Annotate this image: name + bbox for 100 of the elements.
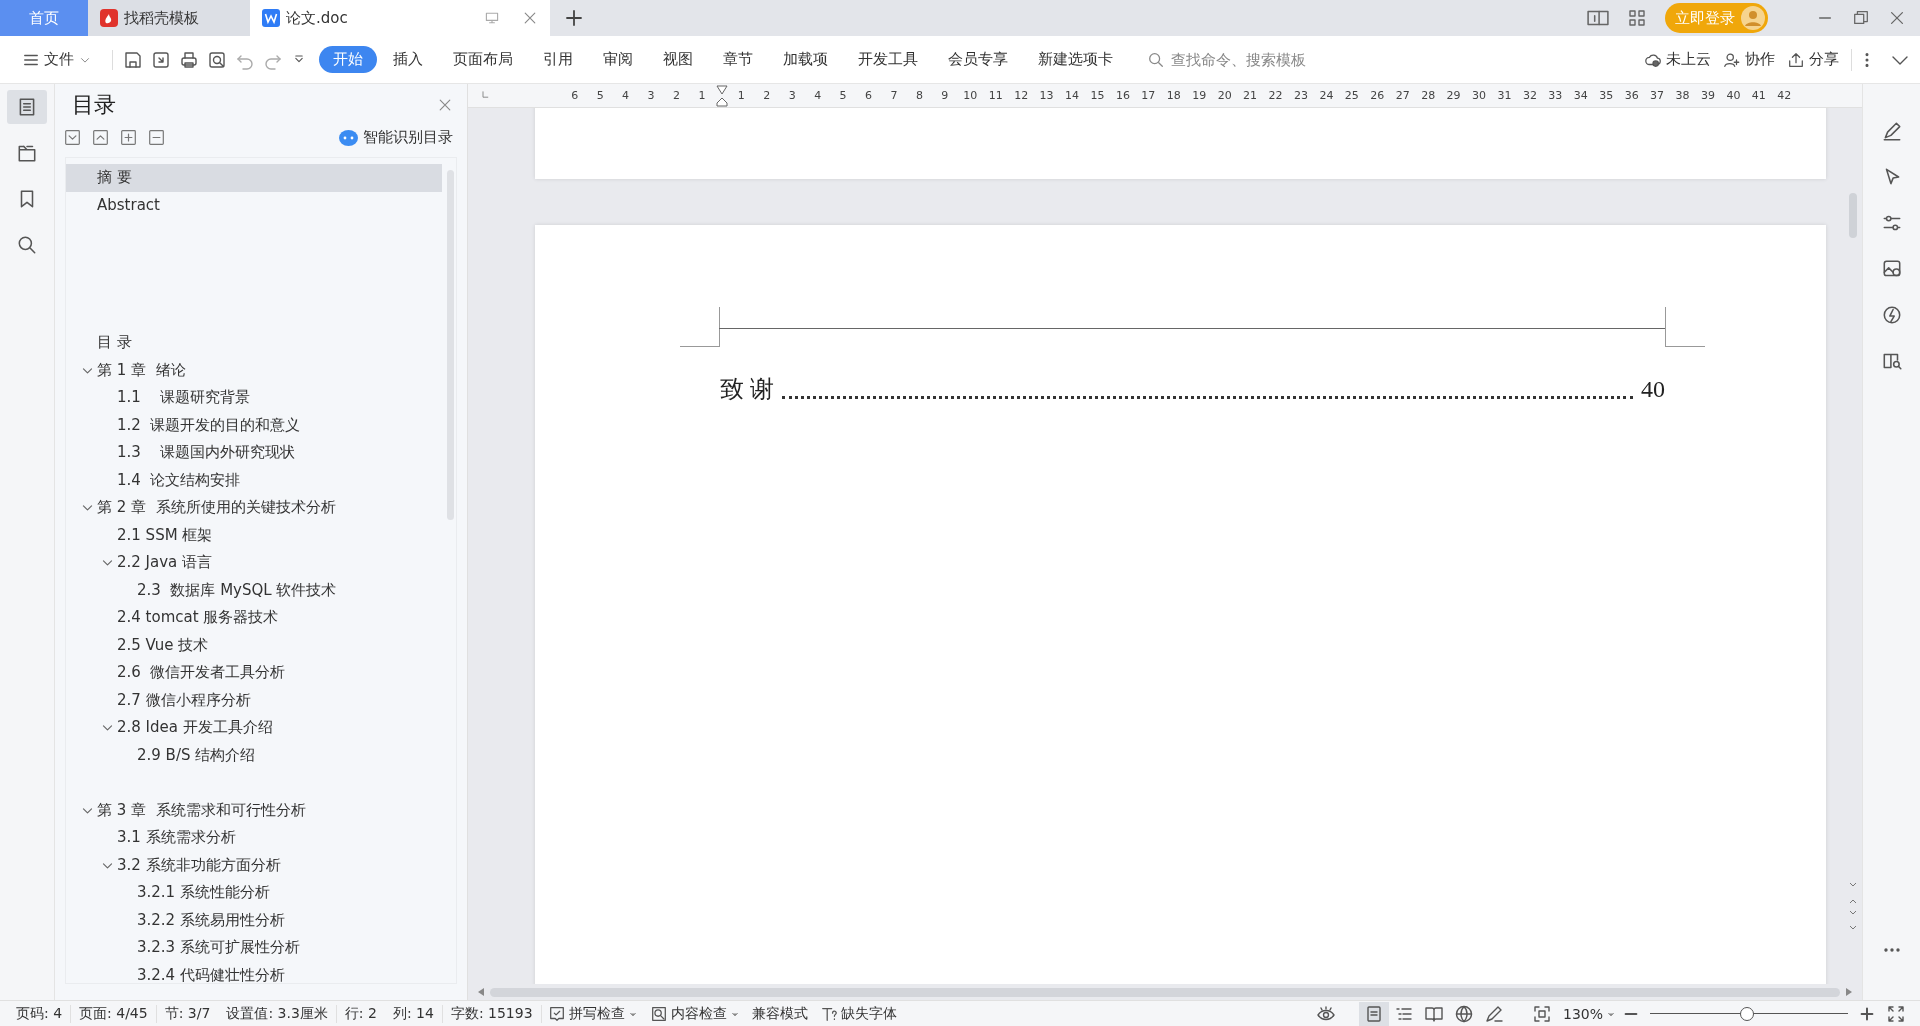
ruler-number: 38 xyxy=(1674,89,1691,102)
compat-mode-button[interactable]: 兼容模式 xyxy=(745,1002,814,1025)
close-icon[interactable] xyxy=(1888,9,1906,27)
toc-item[interactable]: 2.2 Java 语言 xyxy=(66,549,442,577)
toc-item[interactable]: 2.5 Vue 技术 xyxy=(66,631,442,659)
add-button[interactable] xyxy=(120,129,137,146)
toc-item[interactable]: 1.1 课题研究背景 xyxy=(66,384,442,412)
ribbon-tab[interactable]: 引用 xyxy=(529,46,587,73)
toc-item[interactable]: 1.2 课题开发的目的和意义 xyxy=(66,411,442,439)
print-preview-icon[interactable] xyxy=(207,49,227,70)
action-button[interactable]: 未上云 xyxy=(1638,46,1717,73)
toc-item[interactable]: 3.2.1 系统性能分析 xyxy=(66,879,442,907)
close-icon[interactable] xyxy=(437,97,453,113)
ruler-number: 13 xyxy=(1038,89,1055,102)
toc-item[interactable]: 2.1 SSM 框架 xyxy=(66,521,442,549)
toc-item[interactable]: 3.2.2 系统易用性分析 xyxy=(66,906,442,934)
avatar-icon xyxy=(1741,6,1765,30)
smart-toc-button[interactable]: 智能识别目录 xyxy=(339,128,453,147)
export-icon[interactable] xyxy=(151,49,171,70)
ruler-number: 8 xyxy=(914,89,924,102)
status-text: 字数: 15193 xyxy=(442,1004,542,1023)
scroll-right-icon[interactable] xyxy=(1846,988,1852,996)
ruler-number: 5 xyxy=(838,89,848,102)
share-icon xyxy=(1787,50,1805,69)
toc-item[interactable]: 第 3 章 系统需求和可行性分析 xyxy=(66,796,442,824)
ruler-number: 11 xyxy=(987,89,1004,102)
toc-item[interactable]: 3.2.4 代码健壮性分析 xyxy=(66,961,442,983)
toc-item[interactable]: 摘 要 xyxy=(66,164,442,192)
toc-item[interactable]: 3.1 系统需求分析 xyxy=(66,824,442,852)
remove-button[interactable] xyxy=(148,129,165,146)
corner-mark xyxy=(680,307,720,347)
ruler-number: 35 xyxy=(1598,89,1615,102)
zoom-level-dropdown[interactable]: 130% xyxy=(1556,1003,1622,1024)
toc-item[interactable]: 目 录 xyxy=(66,329,442,357)
document-tab[interactable]: 找稻壳模板 xyxy=(88,0,250,36)
ribbon-tab[interactable]: 会员专享 xyxy=(934,46,1022,73)
ribbon-tab[interactable]: 开发工具 xyxy=(844,46,932,73)
ruler-number: 9 xyxy=(940,89,950,102)
ruler[interactable]: 6 5 4 3 2 1 1 2 3 4 5 6 7 8 9 10 11 12 13 14 15 16 17 18 19 20 21 22 23 24 25 26 27 28 29 30 31 32 33 34 35 36 37 38 39 40 41 42 xyxy=(468,84,1862,108)
toc-item[interactable]: 2.4 tomcat 服务器技术 xyxy=(66,604,442,632)
ruler-number: 32 xyxy=(1521,89,1538,102)
print-icon[interactable] xyxy=(179,49,199,70)
toc-item[interactable]: 2.8 Idea 开发工具介绍 xyxy=(66,714,442,742)
ruler-number: 30 xyxy=(1471,89,1488,102)
ruler-number: 3 xyxy=(787,89,797,102)
ruler-number: 22 xyxy=(1267,89,1284,102)
apps-grid-icon[interactable] xyxy=(1627,8,1647,28)
document-tab[interactable]: 论文.doc xyxy=(250,0,550,36)
toc-item[interactable]: 1.3 课题国内外研究现状 xyxy=(66,439,442,467)
ribbon-tab[interactable]: 插入 xyxy=(379,46,437,73)
ruler-number: 14 xyxy=(1064,89,1081,102)
toc-item[interactable]: 2.7 微信小程序分析 xyxy=(66,686,442,714)
ruler-number: 20 xyxy=(1216,89,1233,102)
action-button[interactable]: 协作 xyxy=(1717,46,1781,73)
ruler-number: 34 xyxy=(1572,89,1589,102)
ribbon-tab[interactable]: 审阅 xyxy=(589,46,647,73)
ribbon-tab[interactable]: 章节 xyxy=(709,46,767,73)
close-icon[interactable] xyxy=(522,10,538,26)
file-menu[interactable]: 文件 xyxy=(16,46,98,73)
fullscreen-icon[interactable] xyxy=(1886,1003,1906,1024)
ribbon-tab[interactable]: 视图 xyxy=(649,46,707,73)
ruler-number: 5 xyxy=(595,89,605,102)
toc-item[interactable]: 2.9 B/S 结构介绍 xyxy=(66,741,442,769)
toc-item[interactable]: 第 2 章 系统所使用的关键技术分析 xyxy=(66,494,442,522)
search-icon xyxy=(16,234,38,256)
toc-item[interactable]: 2.3 数据库 MySQL 软件技术 xyxy=(66,576,442,604)
indent-marker-icon[interactable] xyxy=(715,84,728,107)
ruler-number: 18 xyxy=(1165,89,1182,102)
ruler-number: 29 xyxy=(1445,89,1462,102)
ribbon-tab[interactable]: 加载项 xyxy=(769,46,842,73)
plus-icon[interactable] xyxy=(564,8,584,28)
scroll-left-icon[interactable] xyxy=(478,988,484,996)
flame-logo-icon xyxy=(100,9,118,27)
ruler-number: 3 xyxy=(646,89,656,102)
missing-fonts-button[interactable]: 缺失字体 xyxy=(813,1002,903,1025)
expand-button[interactable] xyxy=(92,129,109,146)
zoom-slider-thumb[interactable] xyxy=(1740,1006,1755,1021)
content-check-button[interactable]: 内容检查 xyxy=(643,1002,746,1025)
toc-item[interactable]: Abstract xyxy=(66,191,442,219)
toc-panel-button[interactable] xyxy=(7,90,47,124)
toc-item[interactable]: 第 1 章 绪论 xyxy=(66,356,442,384)
ruler-number: 6 xyxy=(864,89,874,102)
collapse-button[interactable] xyxy=(64,129,81,146)
ribbon-tab[interactable]: 开始 xyxy=(319,46,377,73)
save-icon[interactable] xyxy=(123,49,143,70)
ruler-number: 21 xyxy=(1242,89,1259,102)
toc-item[interactable]: 3.2.3 系统可扩展性分析 xyxy=(66,934,442,962)
toc-item[interactable]: 2.6 微信开发者工具分析 xyxy=(66,659,442,687)
content-check-icon xyxy=(649,1004,668,1023)
ruler-number: 37 xyxy=(1649,89,1666,102)
action-button[interactable]: 分享 xyxy=(1781,46,1845,73)
search-field[interactable]: 查找命令、搜索模板 xyxy=(1147,49,1407,70)
spell-check-button[interactable]: 拼写检查 xyxy=(541,1002,644,1025)
ruler-number: 42 xyxy=(1776,89,1793,102)
restore-icon[interactable] xyxy=(1852,9,1870,27)
page-view-button[interactable] xyxy=(1358,1001,1389,1026)
ribbon-tab[interactable]: 新建选项卡 xyxy=(1024,46,1127,73)
ribbon-tab[interactable]: 页面布局 xyxy=(439,46,527,73)
toc-item[interactable]: 1.4 论文结构安排 xyxy=(66,466,442,494)
toc-item[interactable]: 3.2 系统非功能方面分析 xyxy=(66,851,442,879)
